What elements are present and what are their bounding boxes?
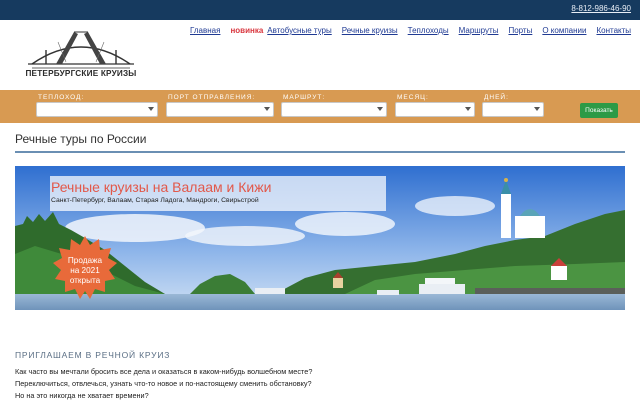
days-filter: ДНЕЙ: (482, 94, 544, 117)
chevron-down-icon (534, 107, 540, 111)
header: ПЕТЕРБУРГСКИЕ КРУИЗЫ Главная новинка Авт… (0, 20, 640, 90)
page-title: Речные туры по России (15, 132, 147, 146)
section-heading: ПРИГЛАШАЕМ В РЕЧНОЙ КРУИЗ (15, 350, 171, 360)
route-filter: МАРШРУТ: (281, 94, 387, 117)
days-select[interactable] (482, 102, 544, 117)
nav-routes[interactable]: Маршруты (459, 26, 499, 35)
top-bar: 8-812-986-46-90 (0, 0, 640, 20)
search-bar: ТЕПЛОХОД: ПОРТ ОТПРАВЛЕНИЯ: МАРШРУТ: МЕС… (0, 90, 640, 123)
port-select[interactable] (166, 102, 274, 117)
nav-ships[interactable]: Теплоходы (408, 26, 449, 35)
ship-filter: ТЕПЛОХОД: (36, 94, 158, 117)
month-select[interactable] (395, 102, 475, 117)
ship-filter-label: ТЕПЛОХОД: (38, 94, 85, 101)
phone-link[interactable]: 8-812-986-46-90 (571, 4, 631, 13)
nav-bus-tours[interactable]: Автобусные туры (267, 26, 331, 35)
main-nav: Главная новинка Автобусные туры Речные к… (190, 26, 640, 35)
chevron-down-icon (377, 107, 383, 111)
nav-home[interactable]: Главная (190, 26, 220, 35)
nav-river-cruises[interactable]: Речные круизы (342, 26, 398, 35)
nav-contacts[interactable]: Контакты (596, 26, 631, 35)
days-filter-label: ДНЕЙ: (484, 94, 509, 101)
title-divider (15, 151, 625, 153)
route-filter-label: МАРШРУТ: (283, 94, 326, 101)
port-filter-label: ПОРТ ОТПРАВЛЕНИЯ: (168, 94, 256, 101)
chevron-down-icon (148, 107, 154, 111)
banner-subtitle: Санкт-Петербург, Валаам, Старая Ладога, … (51, 197, 259, 204)
port-filter: ПОРТ ОТПРАВЛЕНИЯ: (166, 94, 274, 117)
month-filter-label: МЕСЯЦ: (397, 94, 429, 101)
new-badge: новинка (230, 26, 264, 35)
logo-text: ПЕТЕРБУРГСКИЕ КРУИЗЫ (25, 69, 137, 78)
sale-badge-text: Продажа на 2021 открыта (53, 256, 117, 286)
banner-title[interactable]: Речные круизы на Валаам и Кижи (51, 179, 271, 195)
sale-badge-line-1: Продажа (67, 256, 103, 265)
month-filter: МЕСЯЦ: (395, 94, 475, 117)
intro-paragraph: Как часто вы мечтали бросить все дела и … (15, 367, 313, 400)
sale-badge-line-2: на 2021 (70, 266, 100, 275)
route-select[interactable] (281, 102, 387, 117)
sale-badge-line-3: открыта (69, 276, 101, 285)
ship-select[interactable] (36, 102, 158, 117)
nav-about[interactable]: О компании (542, 26, 586, 35)
show-button[interactable]: Показать (580, 103, 618, 118)
chevron-down-icon (465, 107, 471, 111)
drawbridge-logo-icon (28, 31, 134, 69)
cruise-banner[interactable]: Речные круизы на Валаам и Кижи Санкт-Пет… (15, 166, 625, 310)
chevron-down-icon (264, 107, 270, 111)
nav-ports[interactable]: Порты (508, 26, 532, 35)
sale-badge[interactable]: Продажа на 2021 открыта (53, 236, 117, 300)
site-logo[interactable]: ПЕТЕРБУРГСКИЕ КРУИЗЫ (22, 28, 140, 88)
